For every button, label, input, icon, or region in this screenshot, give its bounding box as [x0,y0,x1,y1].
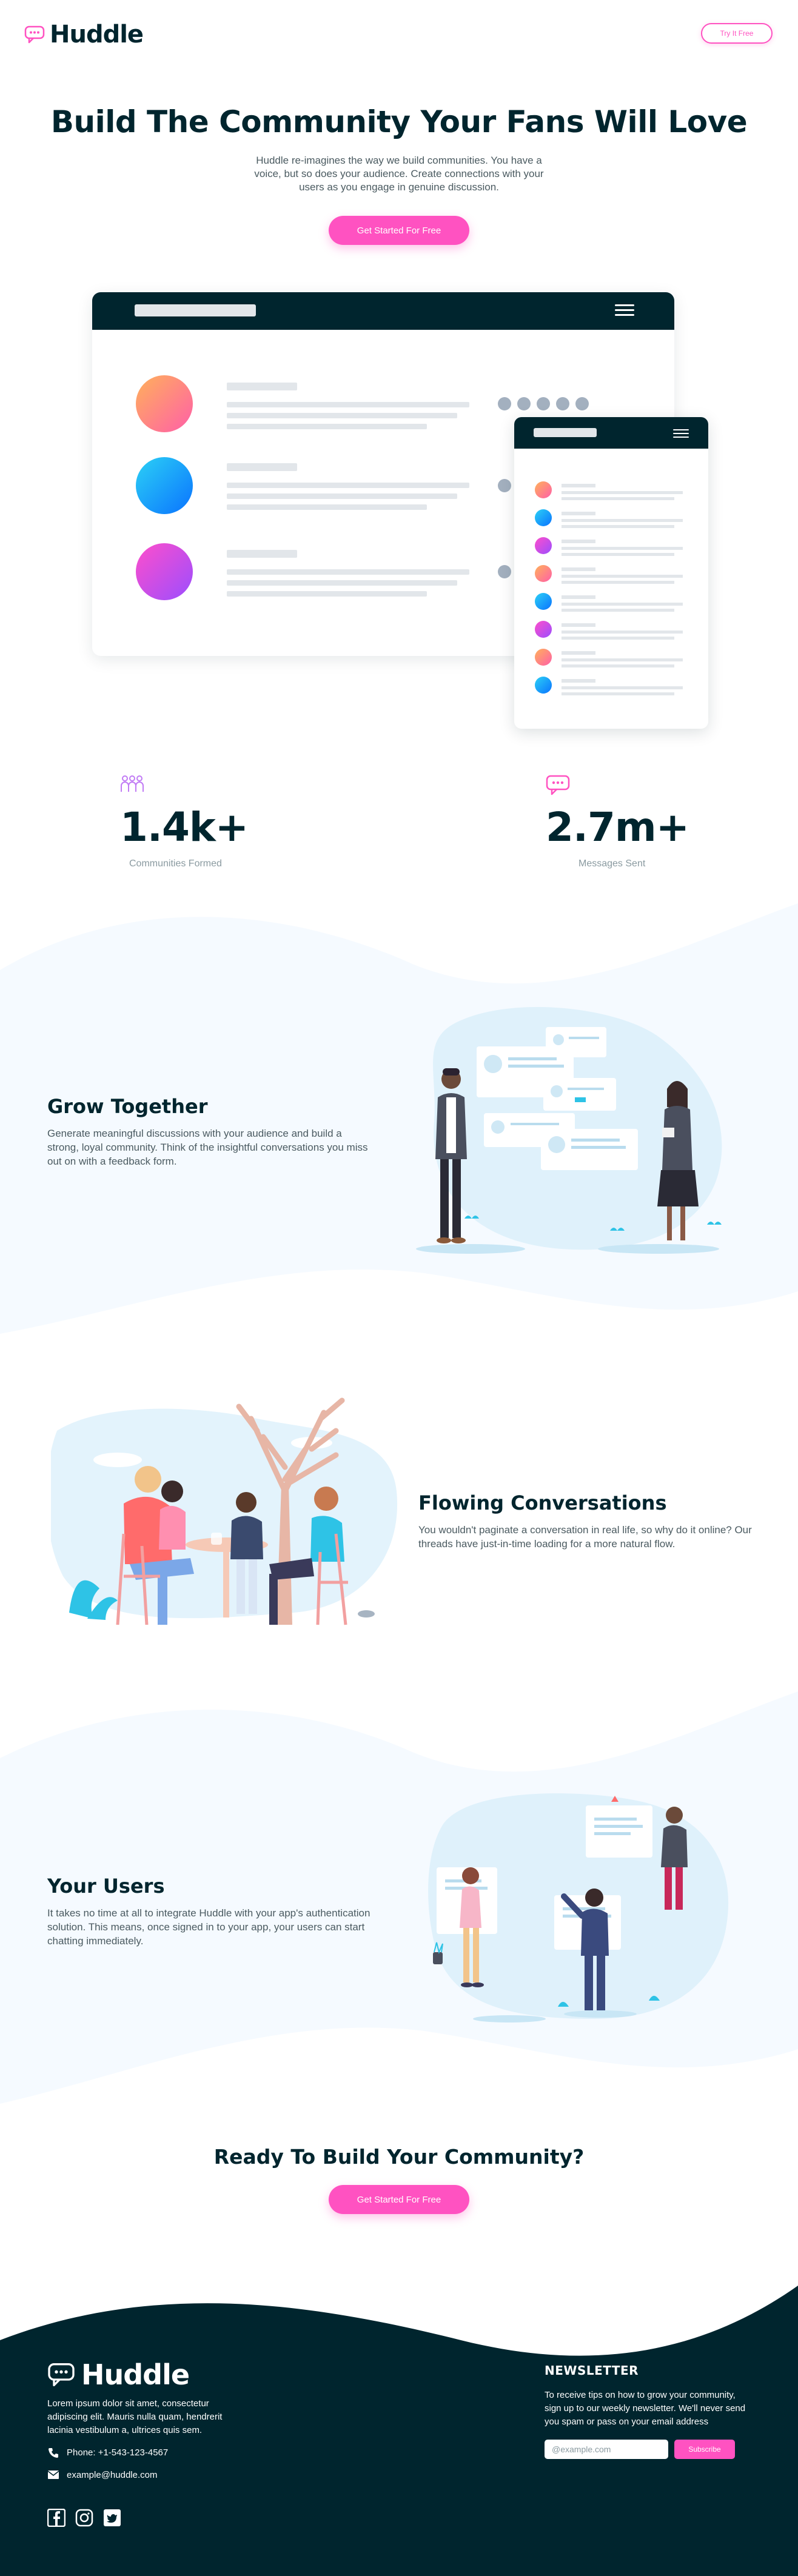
footer-email: example@huddle.com [67,2470,158,2480]
footer-about: Lorem ipsum dolor sit amet, consectetur … [47,2398,223,2435]
landing-page: Huddle Try It Free Build The Community Y… [0,0,798,2576]
chat-bubble-icon [48,2363,75,2386]
footer-phone: Phone: +1-543-123-4567 [67,2447,169,2458]
site-header: Huddle Try It Free [0,0,798,67]
your-users-illustration [428,1793,729,2022]
instagram-icon[interactable] [75,2509,93,2527]
email-icon [47,2471,59,2479]
newsletter-text: To receive tips on how to grow your comm… [545,2390,746,2427]
chat-bubble-icon [24,25,45,44]
feature-flowing-conversations-title: Flowing Conversations [418,1491,667,1514]
feature-grow-together-text: Generate meaningful discussions with you… [47,1128,368,1167]
feature-your-users-title: Your Users [47,1875,165,1898]
newsletter-title: NEWSLETTER [545,2363,639,2378]
cta-title: Ready To Build Your Community? [213,2145,585,2169]
stat-communities-label: Communities Formed [129,858,222,869]
hero-title: Build The Community Your Fans Will Love [50,104,748,139]
phone-icon [49,2448,58,2458]
communities-icon [121,775,144,792]
subscribe-button[interactable]: Subscribe [674,2440,735,2459]
stat-messages-label: Messages Sent [578,858,646,869]
grow-together-illustration [416,1007,722,1254]
hero-description: Huddle re-imagines the way we build comm… [254,155,544,193]
twitter-icon[interactable] [103,2509,121,2527]
stat-communities-number: 1.4k+ [120,804,249,851]
feature-grow-together-title: Grow Together [47,1095,208,1118]
footer-logo[interactable]: Huddle [47,2358,190,2391]
feature-your-users-text: It takes no time at all to integrate Hud… [47,1907,370,1947]
feature-flowing-conversations-text: You wouldn't paginate a conversation in … [418,1524,752,1550]
try-it-free-button[interactable]: Try It Free [701,23,773,44]
logo[interactable]: Huddle [24,21,144,49]
brand-name: Huddle [50,21,144,49]
messages-icon [546,775,570,795]
flowing-conversations-illustration [51,1397,397,1625]
mobile-mockup [514,417,708,729]
newsletter-email-input[interactable] [545,2440,668,2459]
facebook-icon[interactable] [47,2509,65,2527]
mobile-mockup-content [535,481,683,695]
cta-get-started-button[interactable]: Get Started For Free [329,2185,469,2214]
footer-brand-name: Huddle [81,2358,190,2391]
get-started-button[interactable]: Get Started For Free [329,216,469,245]
stat-messages-number: 2.7m+ [546,804,689,851]
